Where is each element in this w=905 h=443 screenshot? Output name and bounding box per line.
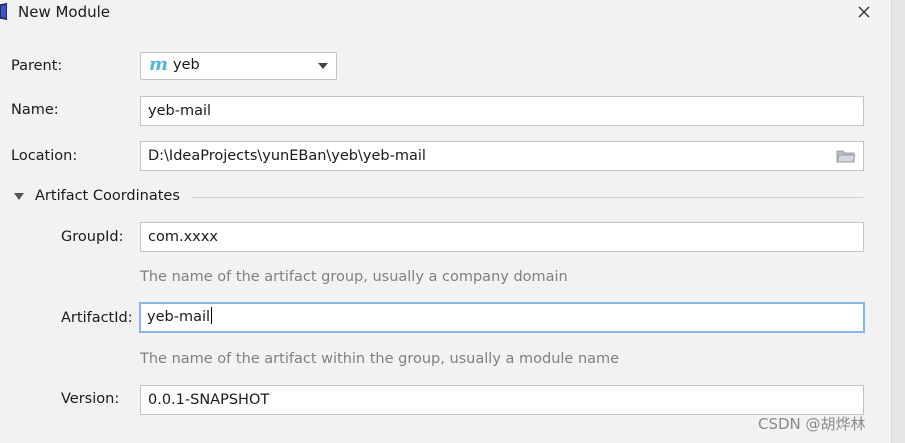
version-input[interactable]: 0.0.1-SNAPSHOT	[140, 385, 864, 415]
csdn-watermark: CSDN @胡烨林	[758, 415, 866, 433]
location-input[interactable]: D:\IdeaProjects\yunEBan\yeb\yeb-mail	[140, 141, 864, 171]
name-label: Name:	[11, 102, 59, 118]
parent-select[interactable]: m yeb	[140, 52, 337, 80]
app-logo-icon	[0, 3, 7, 20]
chevron-down-icon	[318, 63, 328, 69]
section-collapse-arrow-icon[interactable]	[14, 193, 24, 200]
name-input[interactable]: yeb-mail	[140, 96, 864, 126]
folder-icon[interactable]	[836, 148, 856, 164]
groupid-input-value: com.xxxx	[148, 229, 218, 245]
maven-module-icon: m	[149, 54, 169, 75]
artifactid-label: ArtifactId:	[61, 310, 133, 326]
groupid-hint: The name of the artifact group, usually …	[140, 269, 568, 285]
parent-selected-value: yeb	[173, 57, 200, 73]
artifactid-input-value: yeb-mail	[147, 309, 211, 325]
location-label: Location:	[11, 148, 78, 164]
name-input-value: yeb-mail	[148, 103, 212, 119]
new-module-dialog: New Module Parent: m yeb Name: yeb-mail …	[0, 0, 891, 443]
groupid-input[interactable]: com.xxxx	[140, 222, 864, 252]
groupid-label: GroupId:	[61, 229, 124, 245]
location-input-value: D:\IdeaProjects\yunEBan\yeb\yeb-mail	[148, 148, 426, 164]
title-bar: New Module	[0, 0, 891, 26]
version-label: Version:	[61, 391, 120, 407]
artifact-coordinates-title[interactable]: Artifact Coordinates	[35, 188, 180, 204]
version-input-value: 0.0.1-SNAPSHOT	[148, 392, 270, 408]
artifactid-hint: The name of the artifact within the grou…	[140, 351, 620, 367]
artifactid-input[interactable]: yeb-mail	[139, 302, 865, 333]
dialog-title: New Module	[18, 3, 111, 21]
text-caret	[211, 307, 213, 324]
parent-label: Parent:	[11, 58, 63, 74]
window-edge	[891, 0, 905, 443]
close-icon[interactable]	[854, 2, 874, 22]
section-divider	[192, 197, 863, 198]
